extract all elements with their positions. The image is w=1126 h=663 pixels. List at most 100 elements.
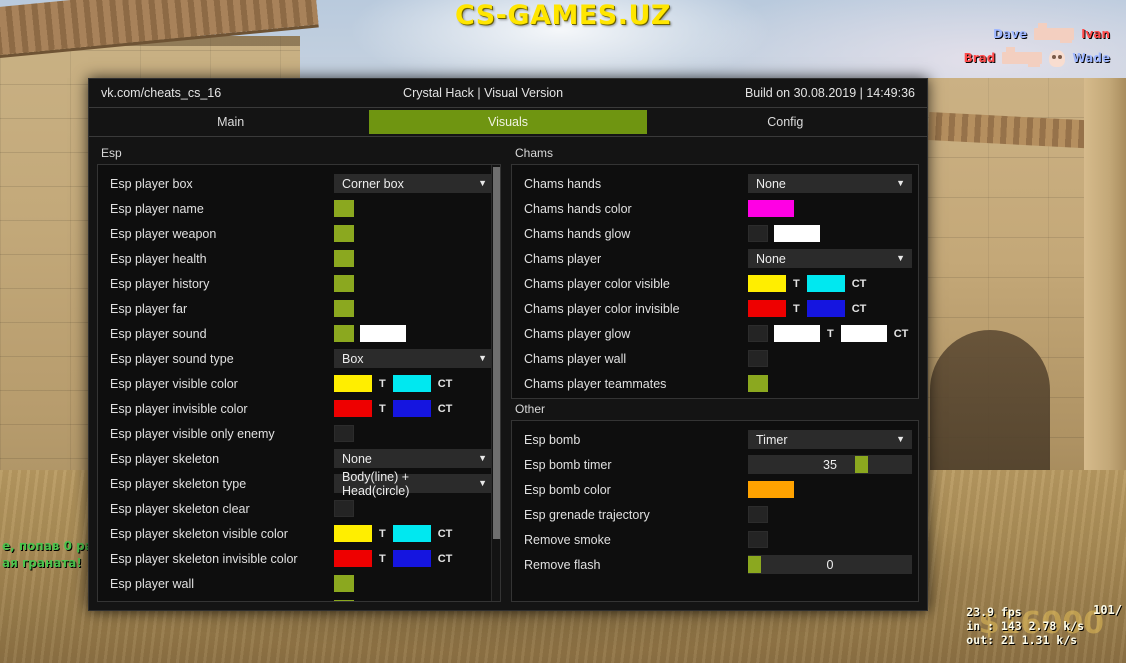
setting-label-esp-player-skeleton-visible-color: Esp player skeleton visible color — [110, 526, 288, 541]
tab-config[interactable]: Config — [647, 110, 924, 134]
checkbox-esp-player-sound[interactable] — [334, 325, 354, 342]
setting-control — [748, 375, 912, 392]
checkbox-chams-player-glow[interactable] — [748, 325, 768, 342]
color-swatch-t-esp-player-visible-color[interactable] — [334, 375, 372, 392]
color-swatch-ct-esp-player-visible-color[interactable] — [392, 375, 431, 392]
dropdown-value: Body(line) + Head(circle) — [342, 469, 410, 498]
chevron-down-icon: ▼ — [478, 353, 487, 363]
slider-remove-flash[interactable]: 0 — [748, 555, 912, 574]
color-swatch-t-chams-player-glow[interactable] — [774, 325, 820, 342]
color-swatch-t-esp-player-invisible-color[interactable] — [334, 400, 372, 417]
setting-control: Corner box ▼ — [334, 174, 494, 193]
setting-control: T CT — [334, 375, 494, 392]
dropdown-esp-player-sound-type[interactable]: Box ▼ — [334, 349, 494, 368]
window-title-center: Crystal Hack | Visual Version — [403, 86, 564, 100]
color-swatch-ct-esp-player-skeleton-invisible-color[interactable] — [392, 550, 431, 567]
slider-handle[interactable] — [855, 456, 869, 473]
esp-rows: Esp player box Corner box ▼ Esp player name… — [98, 165, 500, 601]
checkbox-esp-player-name[interactable] — [334, 200, 354, 217]
checkbox-esp-player-visible-only-enemy[interactable] — [334, 425, 354, 442]
checkbox-esp-player-wall[interactable] — [334, 575, 354, 592]
color-swatch-t-chams-player-color-visible[interactable] — [748, 275, 786, 292]
setting-control — [334, 325, 494, 342]
slider-esp-bomb-timer[interactable]: 35 — [748, 455, 912, 474]
chevron-down-icon: ▼ — [896, 253, 905, 263]
setting-row: Chams hands None ▼ — [512, 171, 918, 196]
setting-row: Chams hands glow — [512, 221, 918, 246]
dropdown-esp-player-box[interactable]: Corner box ▼ — [334, 174, 494, 193]
window-build-info: Build on 30.08.2019 | 14:49:36 — [744, 86, 915, 100]
setting-label-esp-player-name: Esp player name — [110, 201, 204, 216]
color-swatch-chams-hands-color[interactable] — [748, 200, 794, 217]
window-body: Esp Esp player box Corner box ▼ Esp player … — [89, 137, 927, 610]
setting-row: Esp player visible color T CT — [98, 371, 500, 396]
killfeed-victim: Ivan — [1081, 27, 1110, 41]
killfeed-row: Dave Ivan — [964, 22, 1110, 46]
dropdown-value: None — [342, 451, 372, 466]
setting-control — [334, 250, 494, 267]
setting-row: Remove smoke — [512, 527, 918, 552]
color-swatch-ct-chams-player-glow[interactable] — [840, 325, 887, 342]
dropdown-value: None — [756, 251, 786, 266]
team-label-ct: CT — [437, 527, 453, 540]
setting-row: Esp player box Corner box ▼ — [98, 171, 500, 196]
hud-net-in: in : 143 2.78 k/s — [966, 619, 1084, 633]
setting-label-chams-player-glow: Chams player glow — [524, 326, 631, 341]
setting-row: Esp player skeleton clear — [98, 496, 500, 521]
checkbox-chams-hands-glow[interactable] — [748, 225, 768, 242]
color-swatch-esp-player-sound[interactable] — [360, 325, 406, 342]
color-swatch-chams-hands-glow[interactable] — [774, 225, 820, 242]
hud-net-out: out: 21 1.31 k/s — [966, 633, 1078, 647]
dropdown-esp-player-skeleton-type[interactable]: Body(line) + Head(circle) ▼ — [334, 470, 494, 498]
color-swatch-t-esp-player-skeleton-visible-color[interactable] — [334, 525, 372, 542]
checkbox-esp-player-far[interactable] — [334, 300, 354, 317]
checkbox-chams-player-wall[interactable] — [748, 350, 768, 367]
setting-control: None ▼ — [748, 174, 912, 193]
color-swatch-ct-esp-player-skeleton-visible-color[interactable] — [392, 525, 431, 542]
checkbox-esp-player-health[interactable] — [334, 250, 354, 267]
tab-main[interactable]: Main — [92, 110, 369, 134]
color-swatch-esp-bomb-color[interactable] — [748, 481, 794, 498]
setting-control — [748, 481, 912, 498]
killfeed: Dave Ivan Brad Wade — [964, 22, 1110, 70]
checkbox-esp-grenade-trajectory[interactable] — [748, 506, 768, 523]
color-swatch-t-esp-player-skeleton-invisible-color[interactable] — [334, 550, 372, 567]
esp-scrollbar[interactable] — [491, 165, 500, 601]
dropdown-value: Corner box — [342, 176, 404, 191]
color-swatch-t-chams-player-color-invisible[interactable] — [748, 300, 786, 317]
checkbox-remove-smoke[interactable] — [748, 531, 768, 548]
other-group-box: Esp bomb Timer ▼ Esp bomb timer 35 Esp bomb c… — [511, 420, 919, 602]
dropdown-chams-hands[interactable]: None ▼ — [748, 174, 912, 193]
team-label-t: T — [827, 327, 834, 340]
setting-row — [98, 596, 500, 601]
setting-control: None ▼ — [334, 449, 494, 468]
hud-net-graph: 23.9 fps in : 143 2.78 k/s out: 21 1.31 … — [966, 605, 1084, 647]
setting-control: T CT — [748, 275, 912, 292]
setting-row: Esp player name — [98, 196, 500, 221]
setting-row: Chams player None ▼ — [512, 246, 918, 271]
esp-scrollbar-thumb[interactable] — [493, 167, 500, 539]
chams-group-title: Chams — [515, 146, 554, 160]
color-swatch-ct-chams-player-color-visible[interactable] — [806, 275, 845, 292]
checkbox-blank[interactable] — [334, 600, 354, 601]
checkbox-esp-player-skeleton-clear[interactable] — [334, 500, 354, 517]
setting-control: 35 — [748, 455, 912, 474]
setting-row: Esp player health — [98, 246, 500, 271]
setting-row: Chams hands color — [512, 196, 918, 221]
setting-label-esp-player-sound: Esp player sound — [110, 326, 207, 341]
dropdown-esp-player-skeleton[interactable]: None ▼ — [334, 449, 494, 468]
color-swatch-ct-esp-player-invisible-color[interactable] — [392, 400, 431, 417]
setting-label-esp-player-weapon: Esp player weapon — [110, 226, 217, 241]
setting-row: Esp player history — [98, 271, 500, 296]
dropdown-chams-player[interactable]: None ▼ — [748, 249, 912, 268]
slider-handle[interactable] — [748, 556, 761, 573]
dropdown-esp-bomb[interactable]: Timer ▼ — [748, 430, 912, 449]
tab-visuals[interactable]: Visuals — [369, 110, 647, 134]
checkbox-chams-player-teammates[interactable] — [748, 375, 768, 392]
checkbox-esp-player-weapon[interactable] — [334, 225, 354, 242]
setting-control: 0 — [748, 555, 912, 574]
checkbox-esp-player-history[interactable] — [334, 275, 354, 292]
color-swatch-ct-chams-player-color-invisible[interactable] — [806, 300, 845, 317]
killfeed-row: Brad Wade — [964, 46, 1110, 70]
setting-label-esp-player-box: Esp player box — [110, 176, 193, 191]
